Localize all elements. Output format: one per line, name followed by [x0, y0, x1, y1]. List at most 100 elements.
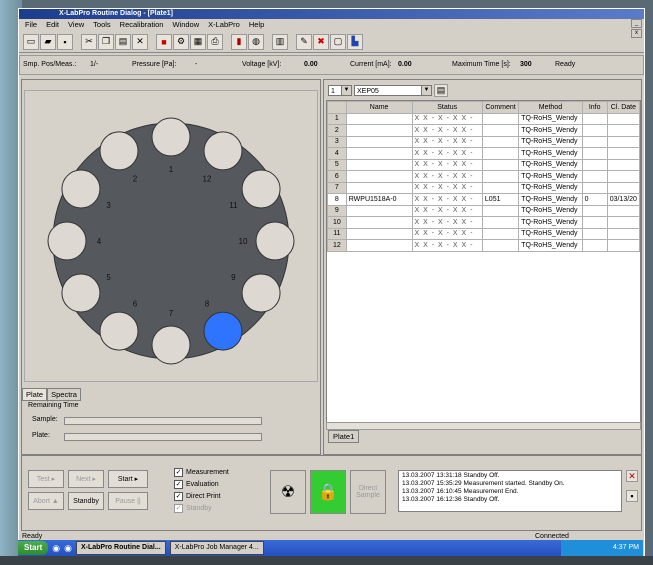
tray-name-select[interactable]: XEP05 ▼ — [354, 85, 432, 96]
window-icon[interactable]: ▢ — [330, 33, 346, 50]
copy-icon[interactable]: ❐ — [98, 33, 114, 50]
menu-view[interactable]: View — [68, 19, 84, 31]
menu-bar: File Edit View Tools Recalibration Windo… — [19, 19, 644, 31]
table-row[interactable]: 6 X X - X - X X - TQ-RoHS_Wendy — [327, 170, 640, 183]
table-row[interactable]: 3 X X - X - X X - TQ-RoHS_Wendy — [327, 135, 640, 148]
menu-edit[interactable]: Edit — [46, 19, 59, 31]
abort-button[interactable]: Abort ▲ — [28, 492, 64, 510]
run-icon[interactable]: ■ — [156, 33, 172, 50]
info-cell — [581, 158, 608, 171]
menu-file[interactable]: File — [25, 19, 37, 31]
sample-slot[interactable] — [61, 273, 101, 313]
table-row[interactable]: 4 X X - X - X X - TQ-RoHS_Wendy — [327, 147, 640, 160]
table-row[interactable]: 12 X X - X - X X - TQ-RoHS_Wendy — [327, 239, 640, 252]
comment-header[interactable]: Comment — [481, 101, 520, 114]
comment-cell — [481, 170, 520, 183]
report-icon[interactable]: ▦ — [190, 33, 206, 50]
open-icon[interactable]: ▰ — [40, 33, 56, 50]
sample-slot[interactable] — [203, 311, 243, 351]
clear-log-icon[interactable]: ✕ — [626, 470, 638, 482]
chart-icon[interactable]: ◍ — [248, 33, 264, 50]
cut-icon[interactable]: ✂ — [81, 33, 97, 50]
table-scrollbar[interactable] — [326, 422, 641, 430]
taskbar: Start ◉ ◉ X-LabPro Routine Dial... X-Lab… — [18, 540, 643, 556]
status-header[interactable]: Status — [411, 101, 483, 114]
menu-tools[interactable]: Tools — [93, 19, 111, 31]
graph-icon[interactable]: ▙ — [347, 33, 363, 50]
table-row[interactable]: 1 X X - X - X X - TQ-RoHS_Wendy — [327, 112, 640, 125]
sample-slot[interactable] — [99, 131, 139, 171]
tools-icon[interactable]: ⚙ — [173, 33, 189, 50]
date-header[interactable]: Cl. Date — [606, 101, 640, 114]
sample-slot[interactable] — [241, 169, 281, 209]
test-button[interactable]: Test ▸ — [28, 470, 64, 488]
taskbar-item-routine[interactable]: X-LabPro Routine Dial... — [75, 541, 166, 555]
date-cell — [606, 239, 640, 252]
sample-slot[interactable] — [203, 131, 243, 171]
pencil-icon[interactable]: ✎ — [296, 33, 312, 50]
tab-plate1[interactable]: Plate1 — [328, 430, 360, 443]
direct-print-checkbox[interactable]: ✓ Direct Print — [174, 492, 221, 501]
delete-icon[interactable]: ✕ — [132, 33, 148, 50]
comment-cell — [481, 158, 520, 171]
table-row[interactable]: 8 RWPU1518A-0 X X - X - X X - L051 TQ-RoHS_W… — [327, 193, 640, 206]
sample-slot[interactable] — [241, 273, 281, 313]
direct-sample-button[interactable]: Direct Sample — [350, 470, 386, 514]
save-icon[interactable]: ▪ — [57, 33, 73, 50]
standby-button[interactable]: Standby — [68, 492, 104, 510]
radiation-icon[interactable]: ☢ — [270, 470, 306, 514]
info-cell — [581, 170, 608, 183]
minimize-icon[interactable]: _ — [631, 19, 642, 28]
table-row[interactable]: 7 X X - X - X X - TQ-RoHS_Wendy — [327, 181, 640, 194]
save-log-icon[interactable]: ▪ — [626, 490, 638, 502]
lock-icon[interactable]: 🔒 — [310, 470, 346, 514]
next-button[interactable]: Next ▸ — [68, 470, 104, 488]
sample-slot[interactable] — [255, 221, 295, 261]
menu-xlabpro[interactable]: X-LabPro — [208, 19, 240, 31]
pressure-label: Pressure [Pa]: — [132, 61, 177, 68]
taskbar-item-jobmanager[interactable]: X-LabPro Job Manager 4... — [169, 541, 264, 555]
date-cell — [606, 124, 640, 137]
method-header[interactable]: Method — [518, 101, 583, 114]
print-icon[interactable]: ⎙ — [207, 33, 223, 50]
status-cell: X X - X - X X - — [411, 170, 483, 183]
table-row[interactable]: 5 X X - X - X X - TQ-RoHS_Wendy — [327, 158, 640, 171]
table-row[interactable]: 9 X X - X - X X - TQ-RoHS_Wendy — [327, 204, 640, 217]
tab-spectra[interactable]: Spectra — [47, 388, 81, 401]
menu-window[interactable]: Window — [172, 19, 199, 31]
quicklaunch-icon[interactable]: ◉ — [52, 543, 60, 554]
cancel-icon[interactable]: ✖ — [313, 33, 329, 50]
paste-icon[interactable]: ▤ — [115, 33, 131, 50]
name-cell — [345, 135, 413, 148]
clipboard-icon[interactable]: ▥ — [272, 33, 288, 50]
info-cell: 0 — [581, 193, 608, 206]
menu-help[interactable]: Help — [249, 19, 264, 31]
table-row[interactable]: 10 X X - X - X X - TQ-RoHS_Wendy — [327, 216, 640, 229]
name-header[interactable]: Name — [345, 101, 413, 114]
tray-edit-icon[interactable]: ▤ — [434, 84, 448, 97]
start-button[interactable]: Start ▸ — [108, 470, 148, 488]
tray-number-select[interactable]: 1 ▼ — [328, 85, 352, 96]
pause-button[interactable]: Pause || — [108, 492, 148, 510]
book-icon[interactable]: ▮ — [231, 33, 247, 50]
start-button-taskbar[interactable]: Start — [18, 541, 49, 555]
remaining-time-group: Remaining Time Sample: Plate: — [26, 402, 314, 450]
sample-slot[interactable] — [151, 117, 191, 157]
table-row[interactable]: 11 X X - X - X X - TQ-RoHS_Wendy — [327, 227, 640, 240]
evaluation-checkbox[interactable]: ✓ Evaluation — [174, 480, 219, 489]
row-number: 9 — [327, 204, 347, 217]
tab-plate[interactable]: Plate — [22, 388, 48, 401]
pressure-value: - — [195, 61, 198, 68]
sample-slot[interactable] — [99, 311, 139, 351]
standby-checkbox[interactable]: ✓ Standby — [174, 504, 212, 513]
sample-slot[interactable] — [47, 221, 87, 261]
date-cell — [606, 158, 640, 171]
menu-recalibration[interactable]: Recalibration — [120, 19, 164, 31]
sample-slot[interactable] — [151, 325, 191, 365]
info-header[interactable]: Info — [581, 101, 608, 114]
quicklaunch-icon[interactable]: ◉ — [64, 543, 72, 554]
measurement-checkbox[interactable]: ✓ Measurement — [174, 468, 229, 477]
new-icon[interactable]: ▭ — [23, 33, 39, 50]
sample-slot[interactable] — [61, 169, 101, 209]
table-row[interactable]: 2 X X - X - X X - TQ-RoHS_Wendy — [327, 124, 640, 137]
